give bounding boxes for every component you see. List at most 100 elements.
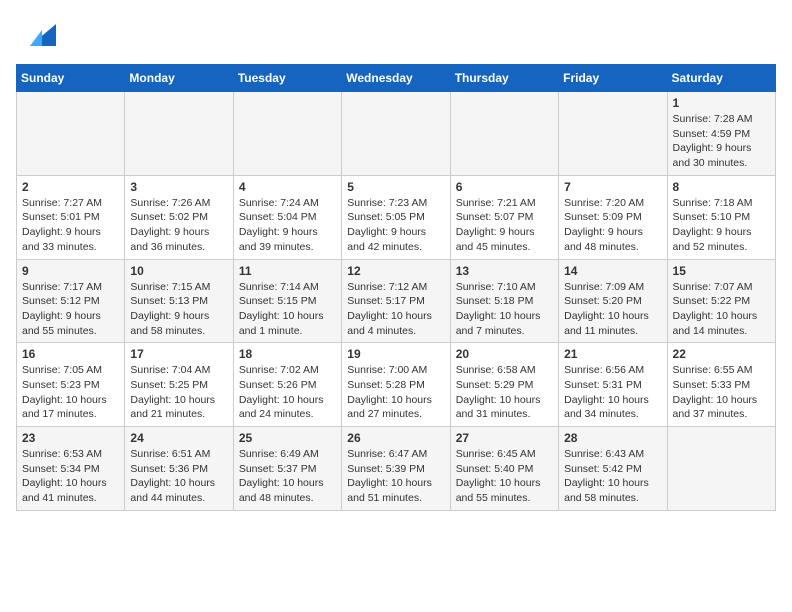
calendar-cell: 25 Sunrise: 6:49 AM Sunset: 5:37 PM Dayli… <box>233 427 341 511</box>
calendar-cell: 14 Sunrise: 7:09 AM Sunset: 5:20 PM Dayli… <box>559 259 667 343</box>
day-number: 27 <box>456 431 553 445</box>
calendar-cell: 24 Sunrise: 6:51 AM Sunset: 5:36 PM Dayli… <box>125 427 233 511</box>
weekday-header-wednesday: Wednesday <box>342 65 450 92</box>
calendar-cell: 21Sunrise: 6:56 AM Sunset: 5:31 PM Dayli… <box>559 343 667 427</box>
day-number: 10 <box>130 264 227 278</box>
day-info: Sunrise: 6:55 AM Sunset: 5:33 PM Dayligh… <box>673 363 770 422</box>
day-number: 17 <box>130 347 227 361</box>
week-row-2: 2 Sunrise: 7:27 AM Sunset: 5:01 PM Daylig… <box>17 175 776 259</box>
day-info: Sunrise: 7:10 AM Sunset: 5:18 PM Dayligh… <box>456 280 553 339</box>
weekday-header-saturday: Saturday <box>667 65 775 92</box>
day-number: 4 <box>239 180 336 194</box>
day-number: 15 <box>673 264 770 278</box>
calendar-cell: 2 Sunrise: 7:27 AM Sunset: 5:01 PM Daylig… <box>17 175 125 259</box>
day-number: 3 <box>130 180 227 194</box>
calendar-cell <box>559 92 667 176</box>
day-info: Sunrise: 7:18 AM Sunset: 5:10 PM Dayligh… <box>673 196 770 255</box>
calendar-cell: 17 Sunrise: 7:04 AM Sunset: 5:25 PM Dayli… <box>125 343 233 427</box>
day-info: Sunrise: 6:58 AM Sunset: 5:29 PM Dayligh… <box>456 363 553 422</box>
day-number: 25 <box>239 431 336 445</box>
day-number: 28 <box>564 431 661 445</box>
day-number: 9 <box>22 264 119 278</box>
calendar-cell <box>233 92 341 176</box>
day-number: 19 <box>347 347 444 361</box>
calendar-cell: 20 Sunrise: 6:58 AM Sunset: 5:29 PM Dayli… <box>450 343 558 427</box>
calendar-cell: 19 Sunrise: 7:00 AM Sunset: 5:28 PM Dayli… <box>342 343 450 427</box>
calendar-cell <box>667 427 775 511</box>
weekday-header-monday: Monday <box>125 65 233 92</box>
day-number: 18 <box>239 347 336 361</box>
day-info: Sunrise: 7:04 AM Sunset: 5:25 PM Dayligh… <box>130 363 227 422</box>
calendar-cell: 28 Sunrise: 6:43 AM Sunset: 5:42 PM Dayli… <box>559 427 667 511</box>
day-number: 2 <box>22 180 119 194</box>
weekday-header-row: SundayMondayTuesdayWednesdayThursdayFrid… <box>17 65 776 92</box>
day-info: Sunrise: 7:21 AM Sunset: 5:07 PM Dayligh… <box>456 196 553 255</box>
calendar-cell: 6 Sunrise: 7:21 AM Sunset: 5:07 PM Daylig… <box>450 175 558 259</box>
day-number: 12 <box>347 264 444 278</box>
day-info: Sunrise: 7:12 AM Sunset: 5:17 PM Dayligh… <box>347 280 444 339</box>
day-info: Sunrise: 6:53 AM Sunset: 5:34 PM Dayligh… <box>22 447 119 506</box>
week-row-1: 1 Sunrise: 7:28 AM Sunset: 4:59 PM Daylig… <box>17 92 776 176</box>
calendar-cell: 18 Sunrise: 7:02 AM Sunset: 5:26 PM Dayli… <box>233 343 341 427</box>
day-number: 16 <box>22 347 119 361</box>
day-info: Sunrise: 6:43 AM Sunset: 5:42 PM Dayligh… <box>564 447 661 506</box>
day-info: Sunrise: 7:02 AM Sunset: 5:26 PM Dayligh… <box>239 363 336 422</box>
logo-icon <box>20 16 56 52</box>
calendar-cell: 16 Sunrise: 7:05 AM Sunset: 5:23 PM Dayli… <box>17 343 125 427</box>
calendar-cell: 13 Sunrise: 7:10 AM Sunset: 5:18 PM Dayli… <box>450 259 558 343</box>
day-info: Sunrise: 7:26 AM Sunset: 5:02 PM Dayligh… <box>130 196 227 255</box>
day-number: 24 <box>130 431 227 445</box>
day-number: 6 <box>456 180 553 194</box>
day-info: Sunrise: 6:47 AM Sunset: 5:39 PM Dayligh… <box>347 447 444 506</box>
day-info: Sunrise: 7:28 AM Sunset: 4:59 PM Dayligh… <box>673 112 770 171</box>
logo <box>16 16 56 52</box>
day-info: Sunrise: 7:15 AM Sunset: 5:13 PM Dayligh… <box>130 280 227 339</box>
calendar-cell: 3 Sunrise: 7:26 AM Sunset: 5:02 PM Daylig… <box>125 175 233 259</box>
day-info: Sunrise: 6:51 AM Sunset: 5:36 PM Dayligh… <box>130 447 227 506</box>
calendar-cell: 10 Sunrise: 7:15 AM Sunset: 5:13 PM Dayli… <box>125 259 233 343</box>
day-number: 26 <box>347 431 444 445</box>
calendar-cell: 22Sunrise: 6:55 AM Sunset: 5:33 PM Dayli… <box>667 343 775 427</box>
day-number: 14 <box>564 264 661 278</box>
day-number: 11 <box>239 264 336 278</box>
day-info: Sunrise: 7:24 AM Sunset: 5:04 PM Dayligh… <box>239 196 336 255</box>
calendar-cell <box>342 92 450 176</box>
calendar-cell: 23 Sunrise: 6:53 AM Sunset: 5:34 PM Dayli… <box>17 427 125 511</box>
weekday-header-thursday: Thursday <box>450 65 558 92</box>
day-number: 13 <box>456 264 553 278</box>
day-info: Sunrise: 7:07 AM Sunset: 5:22 PM Dayligh… <box>673 280 770 339</box>
week-row-3: 9 Sunrise: 7:17 AM Sunset: 5:12 PM Daylig… <box>17 259 776 343</box>
calendar-cell: 12 Sunrise: 7:12 AM Sunset: 5:17 PM Dayli… <box>342 259 450 343</box>
weekday-header-sunday: Sunday <box>17 65 125 92</box>
calendar-cell: 9 Sunrise: 7:17 AM Sunset: 5:12 PM Daylig… <box>17 259 125 343</box>
week-row-5: 23 Sunrise: 6:53 AM Sunset: 5:34 PM Dayli… <box>17 427 776 511</box>
day-info: Sunrise: 7:27 AM Sunset: 5:01 PM Dayligh… <box>22 196 119 255</box>
day-info: Sunrise: 7:17 AM Sunset: 5:12 PM Dayligh… <box>22 280 119 339</box>
weekday-header-friday: Friday <box>559 65 667 92</box>
day-number: 23 <box>22 431 119 445</box>
page-header <box>16 16 776 52</box>
calendar-cell: 1 Sunrise: 7:28 AM Sunset: 4:59 PM Daylig… <box>667 92 775 176</box>
calendar-cell <box>125 92 233 176</box>
calendar-cell: 26 Sunrise: 6:47 AM Sunset: 5:39 PM Dayli… <box>342 427 450 511</box>
day-info: Sunrise: 6:49 AM Sunset: 5:37 PM Dayligh… <box>239 447 336 506</box>
calendar-cell <box>17 92 125 176</box>
calendar-cell: 11Sunrise: 7:14 AM Sunset: 5:15 PM Dayli… <box>233 259 341 343</box>
calendar-table: SundayMondayTuesdayWednesdayThursdayFrid… <box>16 64 776 511</box>
day-info: Sunrise: 7:23 AM Sunset: 5:05 PM Dayligh… <box>347 196 444 255</box>
day-number: 8 <box>673 180 770 194</box>
calendar-cell: 15 Sunrise: 7:07 AM Sunset: 5:22 PM Dayli… <box>667 259 775 343</box>
day-info: Sunrise: 7:05 AM Sunset: 5:23 PM Dayligh… <box>22 363 119 422</box>
day-info: Sunrise: 7:00 AM Sunset: 5:28 PM Dayligh… <box>347 363 444 422</box>
week-row-4: 16 Sunrise: 7:05 AM Sunset: 5:23 PM Dayli… <box>17 343 776 427</box>
day-info: Sunrise: 7:09 AM Sunset: 5:20 PM Dayligh… <box>564 280 661 339</box>
calendar-cell: 27 Sunrise: 6:45 AM Sunset: 5:40 PM Dayli… <box>450 427 558 511</box>
day-number: 20 <box>456 347 553 361</box>
day-info: Sunrise: 6:45 AM Sunset: 5:40 PM Dayligh… <box>456 447 553 506</box>
day-info: Sunrise: 6:56 AM Sunset: 5:31 PM Dayligh… <box>564 363 661 422</box>
weekday-header-tuesday: Tuesday <box>233 65 341 92</box>
calendar-cell: 5Sunrise: 7:23 AM Sunset: 5:05 PM Daylig… <box>342 175 450 259</box>
day-info: Sunrise: 7:20 AM Sunset: 5:09 PM Dayligh… <box>564 196 661 255</box>
calendar-cell <box>450 92 558 176</box>
day-number: 1 <box>673 96 770 110</box>
